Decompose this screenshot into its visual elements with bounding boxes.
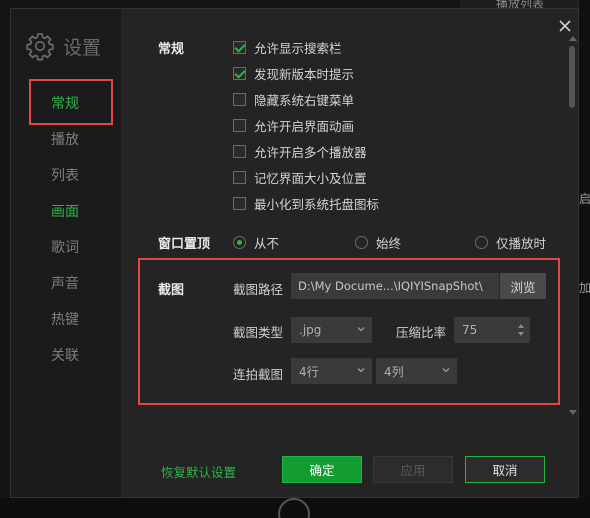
option-hide-context-menu[interactable]: 隐藏系统右键菜单: [233, 90, 354, 109]
section-label-general: 常规: [158, 42, 185, 57]
option-new-version-notify[interactable]: 发现新版本时提示: [233, 64, 354, 83]
option-ui-animation[interactable]: 允许开启界面动画: [233, 116, 354, 135]
radio-label: 从不: [254, 236, 280, 251]
ok-button[interactable]: 确定: [282, 456, 362, 483]
sidebar-item-video[interactable]: 画面: [51, 201, 79, 221]
sidebar-item-association[interactable]: 关联: [51, 345, 79, 365]
checkbox[interactable]: [233, 197, 246, 210]
radio-while-playing[interactable]: 仅播放时: [475, 233, 546, 252]
radio-button[interactable]: [475, 236, 488, 249]
section-label-topmost: 窗口置顶: [158, 237, 211, 252]
option-remember-window[interactable]: 记忆界面大小及位置: [233, 168, 367, 187]
background-peek-text: 加: [579, 281, 590, 295]
settings-dialog: 设置 常规 播放 列表 画面 歌词 声音 热键 关联 常规 允许显示搜索栏 发现…: [10, 8, 579, 498]
background-edge: [578, 0, 590, 518]
apply-button[interactable]: 应用: [373, 456, 453, 483]
sidebar-item-hotkeys[interactable]: 热键: [51, 309, 79, 329]
option-label: 隐藏系统右键菜单: [254, 93, 355, 108]
cancel-button[interactable]: 取消: [465, 456, 545, 483]
option-label: 最小化到系统托盘图标: [254, 197, 380, 212]
sidebar-item-playlist[interactable]: 列表: [51, 165, 79, 185]
checkbox[interactable]: [233, 145, 246, 158]
checkbox[interactable]: [233, 67, 246, 80]
sidebar-item-audio[interactable]: 声音: [51, 273, 79, 293]
gear-icon: [26, 33, 54, 61]
scroll-up-arrow[interactable]: [569, 36, 577, 41]
restore-defaults-link[interactable]: 恢复默认设置: [161, 462, 236, 481]
radio-label: 始终: [376, 236, 402, 251]
sidebar-title: 设置: [63, 36, 102, 59]
option-label: 允许开启界面动画: [254, 119, 355, 134]
checkbox[interactable]: [233, 41, 246, 54]
radio-button[interactable]: [233, 236, 246, 249]
highlight-box-screenshot: [138, 258, 560, 405]
settings-sidebar: 设置 常规 播放 列表 画面 歌词 声音 热键 关联: [11, 9, 121, 497]
option-multiple-players[interactable]: 允许开启多个播放器: [233, 142, 367, 161]
option-label: 允许开启多个播放器: [254, 145, 367, 160]
checkbox[interactable]: [233, 119, 246, 132]
option-minimize-to-tray[interactable]: 最小化到系统托盘图标: [233, 194, 379, 213]
option-label: 发现新版本时提示: [254, 67, 355, 82]
sidebar-header: 设置: [25, 31, 101, 61]
sidebar-item-playback[interactable]: 播放: [51, 129, 79, 149]
scrollbar-thumb[interactable]: [569, 46, 575, 108]
radio-button[interactable]: [355, 236, 368, 249]
checkbox[interactable]: [233, 171, 246, 184]
option-label: 允许显示搜索栏: [254, 41, 342, 56]
radio-label: 仅播放时: [496, 236, 547, 251]
option-label: 记忆界面大小及位置: [254, 171, 367, 186]
close-icon[interactable]: [556, 17, 574, 35]
radio-never[interactable]: 从不: [233, 233, 279, 252]
highlight-box-sidebar: [29, 79, 113, 125]
option-show-search-bar[interactable]: 允许显示搜索栏: [233, 38, 342, 57]
checkbox[interactable]: [233, 93, 246, 106]
radio-always[interactable]: 始终: [355, 233, 401, 252]
sidebar-item-lyrics[interactable]: 歌词: [51, 237, 79, 257]
scroll-down-arrow[interactable]: [569, 410, 577, 415]
background-peek-text: 启: [579, 192, 590, 206]
